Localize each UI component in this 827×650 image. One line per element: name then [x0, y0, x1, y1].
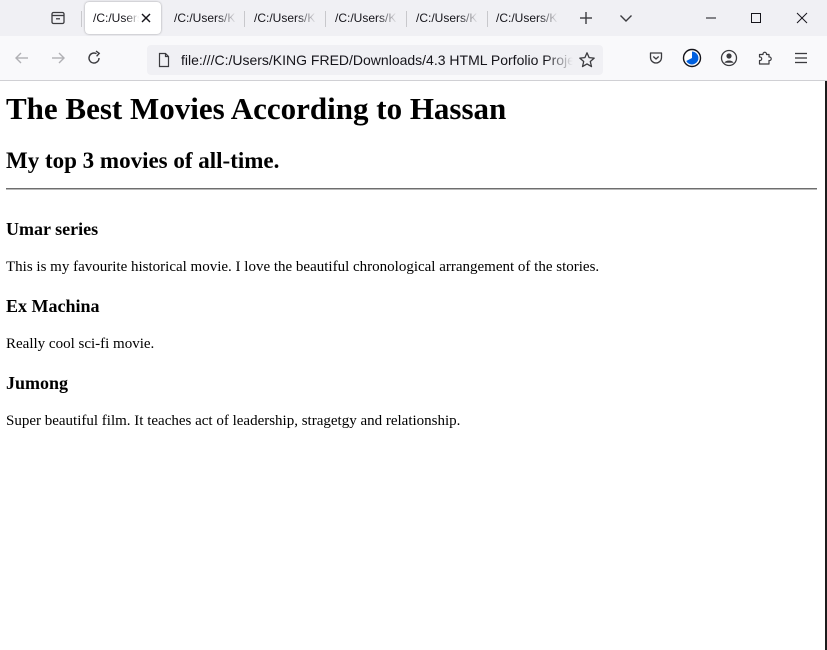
movie-description: Super beautiful film. It teaches act of …	[6, 413, 461, 429]
tab-separator	[406, 11, 407, 27]
tab-title: /C:/Users/KING FRED/	[174, 11, 236, 25]
url-text[interactable]: file:///C:/Users/KING FRED/Downloads/4.3…	[181, 45, 573, 75]
page-content: The Best Movies According to Hassan My t…	[0, 81, 825, 650]
tab[interactable]: /C:/Users/KING FRED/	[410, 0, 484, 36]
tab[interactable]: /C:/Users/KING FRED/	[329, 0, 403, 36]
tab[interactable]: /C:/Users/KING FRED/	[490, 0, 564, 36]
tab[interactable]: /C:/Users/KING FRED/	[168, 0, 242, 36]
chevron-down-icon	[620, 15, 632, 22]
movie-title: Ex Machina	[6, 296, 100, 316]
tab[interactable]: /C:/Users/KING FRED/	[248, 0, 322, 36]
menu-button[interactable]	[787, 44, 815, 72]
page-title: The Best Movies According to Hassan	[6, 91, 507, 126]
tab-title: /C:/Users/KING FRED/	[496, 11, 558, 25]
maximize-icon	[751, 13, 761, 23]
page-subtitle: My top 3 movies of all-time.	[6, 148, 280, 173]
tab-list-icon	[51, 11, 65, 25]
movie-title: Umar series	[6, 219, 99, 239]
minimize-icon	[706, 17, 716, 19]
page-icon	[158, 52, 170, 68]
extensions-button[interactable]	[751, 44, 779, 72]
reload-button[interactable]	[80, 44, 108, 72]
arrow-left-icon	[15, 52, 28, 64]
tab-title: /C:/Users/KING FRED/	[416, 11, 478, 25]
close-icon[interactable]	[139, 11, 153, 25]
address-bar[interactable]: file:///C:/Users/KING FRED/Downloads/4.3…	[147, 45, 603, 75]
tab-active[interactable]: /C:/Users/KING FRED/Downloads/4.3 HTML P…	[85, 2, 161, 34]
back-button[interactable]	[8, 44, 36, 72]
movie-description: This is my favourite historical movie. I…	[6, 259, 600, 275]
pocket-icon	[649, 52, 663, 64]
puzzle-icon	[758, 51, 772, 65]
tab-title: /C:/Users/KING FRED/	[254, 11, 316, 25]
plus-icon	[580, 12, 592, 24]
tab-title: /C:/Users/KING FRED/	[335, 11, 397, 25]
divider	[6, 188, 817, 190]
tab-separator	[244, 11, 245, 27]
movie-description: Really cool sci-fi movie.	[6, 336, 155, 352]
movie-title: Jumong	[6, 373, 69, 393]
profile-button[interactable]	[715, 44, 743, 72]
tab-separator	[81, 11, 82, 27]
account-circle-icon	[682, 48, 702, 68]
list-all-tabs-button[interactable]	[612, 4, 640, 32]
new-tab-button[interactable]	[572, 4, 600, 32]
tab-separator	[487, 11, 488, 27]
profile-icon	[720, 49, 738, 67]
reload-icon	[88, 50, 101, 64]
hamburger-menu-icon	[795, 52, 807, 64]
tab-separator	[325, 11, 326, 27]
forward-button[interactable]	[44, 44, 72, 72]
tab-title: /C:/Users/KING FRED/Downloads/4.3 HTML P…	[93, 11, 139, 25]
star-icon	[579, 52, 595, 68]
tab-strip: /C:/Users/KING FRED/Downloads/4.3 HTML P…	[0, 0, 827, 36]
maximize-button[interactable]	[733, 0, 779, 36]
firefox-view-button[interactable]	[44, 4, 72, 32]
close-window-button[interactable]	[779, 0, 825, 36]
navigation-toolbar: file:///C:/Users/KING FRED/Downloads/4.3…	[0, 36, 827, 81]
pocket-button[interactable]	[642, 44, 670, 72]
bookmark-button[interactable]	[577, 50, 597, 70]
arrow-right-icon	[52, 52, 65, 64]
minimize-button[interactable]	[688, 0, 734, 36]
close-window-icon	[796, 12, 808, 24]
account-container-button[interactable]	[678, 44, 706, 72]
